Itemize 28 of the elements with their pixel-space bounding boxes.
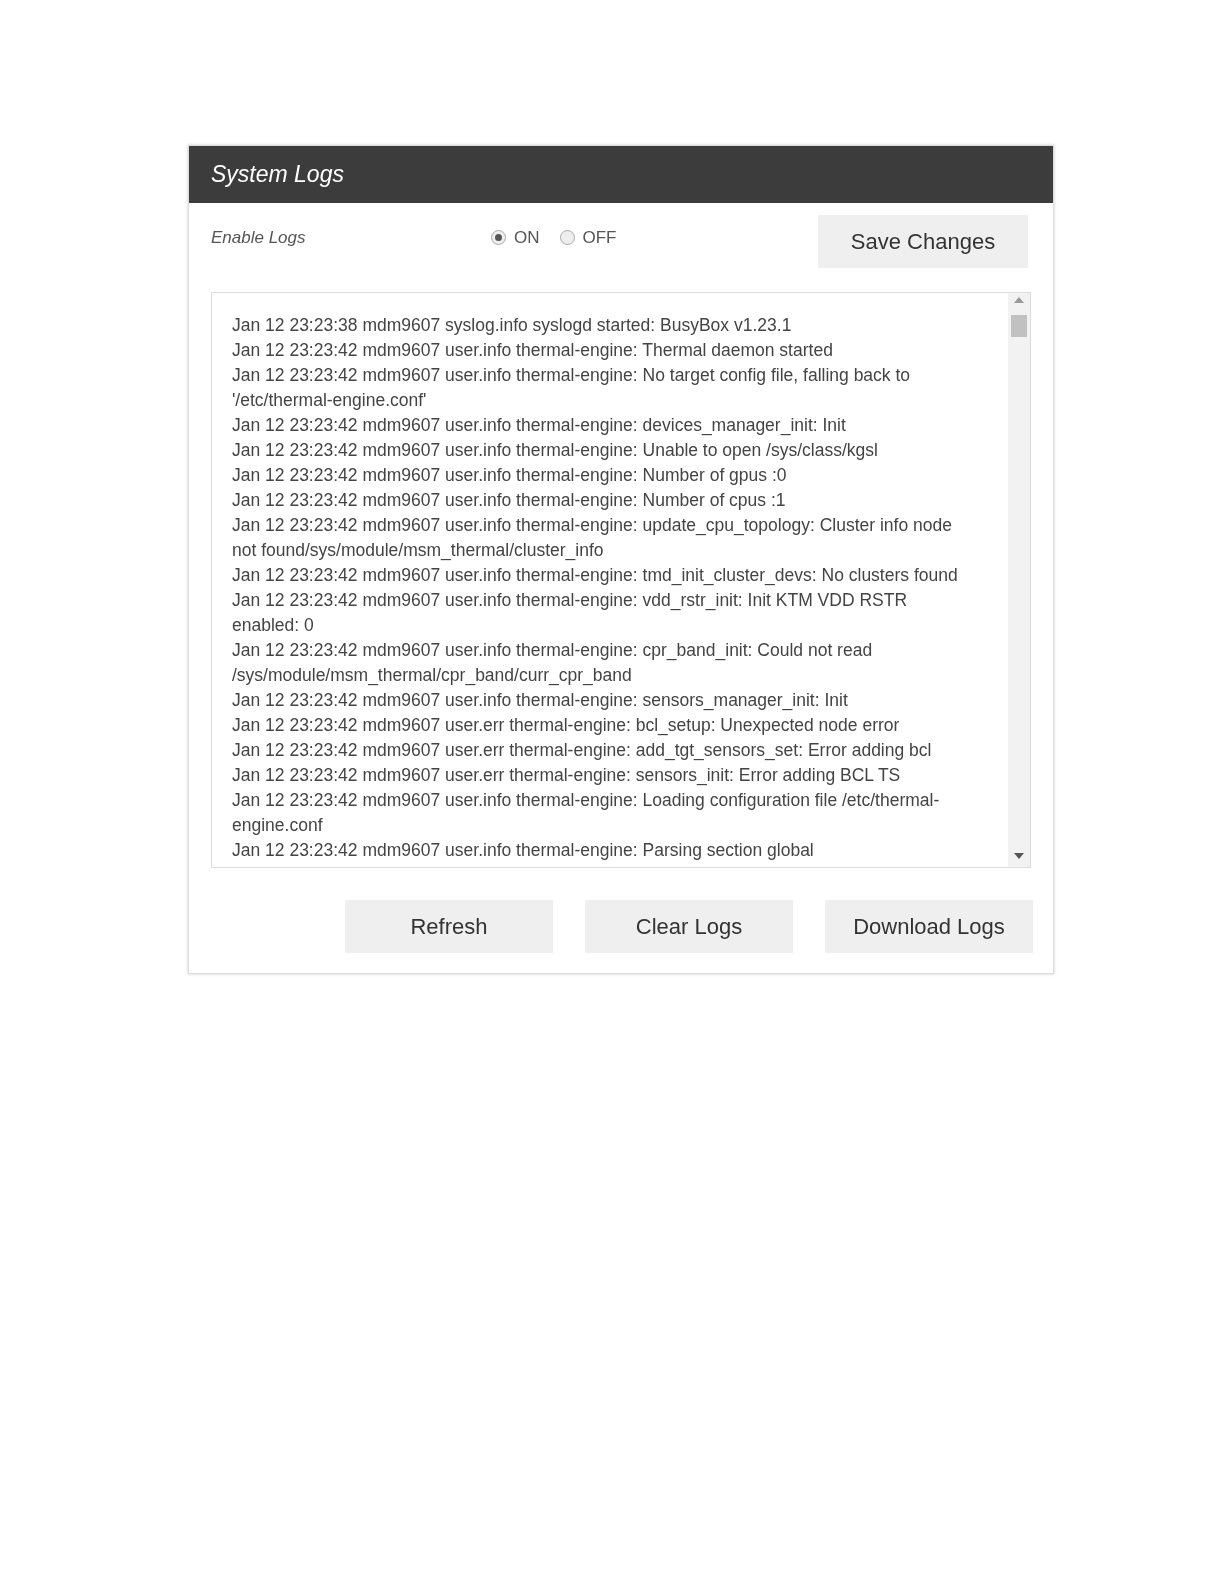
action-button[interactable]: Clear Logs bbox=[585, 900, 793, 953]
log-line: Jan 12 23:23:42 mdm9607 user.info thermal-engine: Number of gpus :0 bbox=[232, 464, 788, 487]
log-line: Jan 12 23:23:42 mdm9607 user.info thermal-engine: Thermal daemon started bbox=[232, 339, 834, 362]
log-line: Jan 12 23:23:42 mdm9607 user.info thermal-engine: update_cpu_topology: Cluster info node not found/sys/module/msm_thermal/cluster_info bbox=[232, 514, 953, 563]
log-line: Jan 12 23:23:42 mdm9607 user.err thermal-engine: bcl_setup: Unexpected node error bbox=[232, 714, 901, 738]
log-line: Jan 12 23:23:42 mdm9607 user.info thermal-engine: tmd_init_cluster_devs: No clusters found bbox=[232, 564, 959, 588]
radio-label: OFF bbox=[582, 227, 617, 249]
action-button[interactable]: Refresh bbox=[345, 900, 553, 953]
log-line: Jan 12 23:23:42 mdm9607 user.info thermal-engine: Unable to open /sys/class/kgsl bbox=[232, 439, 879, 462]
log-line: Jan 12 23:23:42 mdm9607 user.info thermal-engine: cpr_band_init: Could not read /sys/module/msm_thermal/cpr_band/curr_cpr_band bbox=[232, 639, 874, 688]
log-line: Jan 12 23:23:42 mdm9607 user.info thermal-engine: Number of cpus :1 bbox=[232, 489, 787, 512]
log-line: Jan 12 23:23:42 mdm9607 user.info thermal-engine: sensors_manager_init: Init bbox=[232, 689, 849, 713]
log-line: Jan 12 23:23:42 mdm9607 user.info thermal-engine: Loading configuration file /etc/thermal-engine.conf bbox=[232, 789, 941, 837]
log-line: Jan 12 23:23:42 mdm9607 user.info thermal-engine: No target config file, falling back to '/etc/thermal-engine.conf' bbox=[232, 364, 912, 412]
log-line: Jan 12 23:23:42 mdm9607 user.err thermal-engine: sensors_init: Error adding BCL TS bbox=[232, 764, 902, 788]
log-line: Jan 12 23:23:42 mdm9607 user.info thermal-engine: vdd_rstr_init: Init KTM VDD RSTR enabled: 0 bbox=[232, 589, 909, 637]
scrollbar[interactable] bbox=[1008, 293, 1030, 867]
action-button[interactable]: Download Logs bbox=[825, 900, 1033, 953]
log-line: Jan 12 23:23:38 mdm9607 syslog.info syslogd started: BusyBox v1.23.1 bbox=[232, 314, 793, 337]
log-line: Jan 12 23:23:42 mdm9607 user.info thermal-engine: Parsing section global bbox=[232, 839, 815, 862]
radio-button[interactable] bbox=[491, 230, 506, 246]
enable-logs-label: Enable Logs bbox=[211, 227, 307, 249]
radio-button[interactable] bbox=[559, 230, 575, 246]
radio-label: ON bbox=[514, 227, 540, 249]
log-line: Jan 12 23:23:42 mdm9607 user.err thermal-engine: add_tgt_sensors_set: Error adding bcl bbox=[232, 739, 933, 763]
panel-title: System Logs bbox=[211, 160, 344, 190]
log-line: Jan 12 23:23:42 mdm9607 user.info thermal-engine: devices_manager_init: Init bbox=[232, 414, 847, 438]
save-changes-button[interactable]: Save Changes bbox=[818, 215, 1028, 268]
